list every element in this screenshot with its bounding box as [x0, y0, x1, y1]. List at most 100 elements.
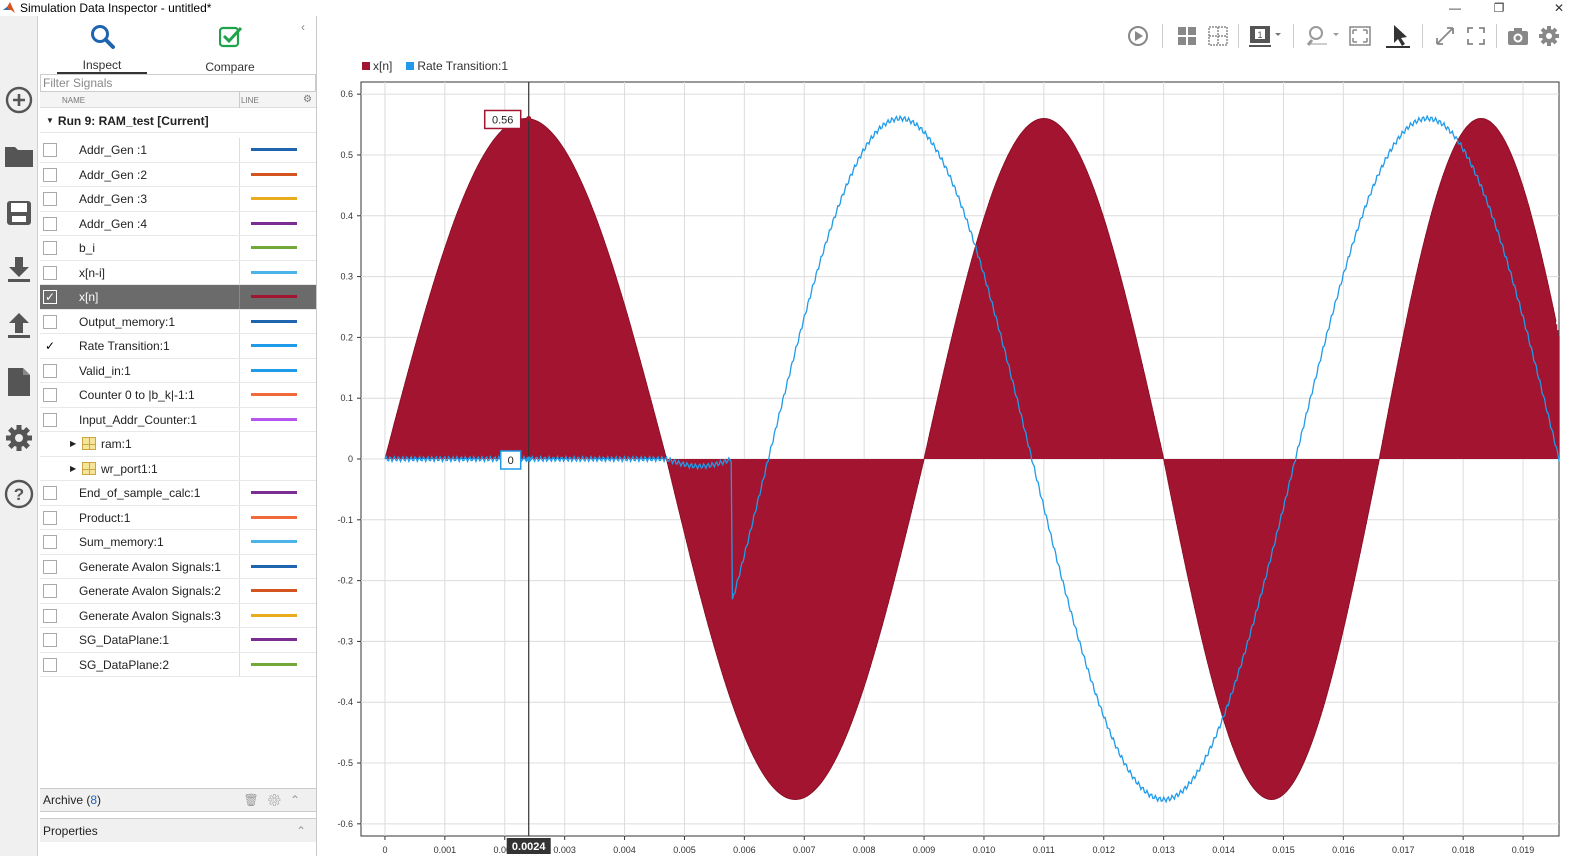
line-style-swatch[interactable]: [251, 172, 297, 176]
signal-row[interactable]: Valid_in:1: [40, 358, 316, 383]
collapse-sidebar-icon[interactable]: ‹: [301, 20, 305, 34]
signal-row[interactable]: Generate Avalon Signals:1: [40, 554, 316, 579]
archive-panel-header[interactable]: Archive (8) 🗑⚙⌃: [40, 788, 316, 812]
minimize-button[interactable]: —: [1432, 0, 1478, 16]
add-icon[interactable]: [3, 84, 35, 116]
subplot-icon[interactable]: [1206, 24, 1230, 48]
signal-checkbox[interactable]: ✓: [43, 339, 57, 353]
snapshot-icon[interactable]: [1506, 24, 1530, 48]
line-style-swatch[interactable]: [251, 319, 297, 323]
line-style-swatch[interactable]: [251, 417, 297, 421]
signal-checkbox[interactable]: [43, 192, 57, 206]
signal-row[interactable]: x[n-i]: [40, 260, 316, 285]
archive-settings-icon[interactable]: ⚙: [267, 793, 290, 807]
signal-group-row[interactable]: ▶ wr_port1:1: [40, 456, 316, 481]
signal-row[interactable]: Addr_Gen :4: [40, 211, 316, 236]
signal-row[interactable]: Input_Addr_Counter:1: [40, 407, 316, 432]
run-node[interactable]: ▼ Run 9: RAM_test [Current]: [40, 109, 316, 133]
line-style-swatch[interactable]: [251, 221, 297, 225]
signal-row[interactable]: Addr_Gen :1: [40, 138, 316, 163]
time-plot[interactable]: 0 0.001 0.002 0.003 0.004 0.005 0.006 0.007 0.00…: [318, 76, 1594, 856]
restore-button[interactable]: ❐: [1476, 0, 1522, 16]
line-style-swatch[interactable]: [251, 270, 297, 274]
fullscreen-icon[interactable]: [1464, 24, 1488, 48]
expand-icon[interactable]: [1433, 24, 1457, 48]
column-settings-icon[interactable]: ⚙: [303, 94, 312, 105]
signal-checkbox[interactable]: [43, 143, 57, 157]
signal-checkbox[interactable]: [43, 657, 57, 672]
signal-checkbox[interactable]: [43, 314, 57, 329]
line-style-swatch[interactable]: [251, 344, 297, 347]
play-icon[interactable]: [1126, 24, 1150, 48]
line-style-swatch[interactable]: [251, 368, 297, 372]
signal-row[interactable]: ✓ Rate Transition:1: [40, 334, 316, 359]
signal-checkbox[interactable]: [43, 388, 57, 402]
signal-checkbox[interactable]: [43, 167, 57, 182]
signal-checkbox[interactable]: [43, 535, 57, 549]
signal-checkbox[interactable]: [43, 486, 57, 500]
line-style-swatch[interactable]: [251, 638, 297, 641]
layout-grid-icon[interactable]: [1175, 24, 1199, 48]
signal-checkbox[interactable]: [43, 363, 57, 378]
tab-compare[interactable]: Compare: [185, 22, 275, 74]
properties-panel-header[interactable]: Properties ⌃: [40, 818, 316, 842]
signal-row[interactable]: Addr_Gen :2: [40, 162, 316, 187]
signal-row[interactable]: Output_memory:1: [40, 309, 316, 334]
zoom-icon[interactable]: [1306, 24, 1342, 48]
filter-signals-input[interactable]: Filter Signals: [40, 74, 316, 92]
folder-open-icon[interactable]: [3, 140, 35, 172]
signal-checkbox[interactable]: ✓: [43, 290, 57, 304]
signal-row[interactable]: Counter 0 to |b_k|-1:1: [40, 383, 316, 408]
visualization-icon[interactable]: 1: [1248, 24, 1284, 48]
signal-checkbox[interactable]: [43, 241, 57, 255]
line-style-swatch[interactable]: [251, 148, 297, 151]
signal-row[interactable]: Generate Avalon Signals:2: [40, 579, 316, 604]
cursor-icon[interactable]: [1384, 24, 1412, 48]
line-style-swatch[interactable]: [251, 564, 297, 568]
signal-checkbox[interactable]: [43, 510, 57, 525]
signal-checkbox[interactable]: [43, 608, 57, 623]
line-style-swatch[interactable]: [251, 515, 297, 519]
signal-row[interactable]: b_i: [40, 236, 316, 261]
signal-checkbox[interactable]: [43, 216, 57, 231]
download-icon[interactable]: [3, 253, 35, 285]
expand-caret-icon[interactable]: ▶: [70, 464, 76, 473]
signal-row[interactable]: End_of_sample_calc:1: [40, 481, 316, 506]
line-style-swatch[interactable]: [251, 491, 297, 494]
signal-row[interactable]: SG_DataPlane:2: [40, 652, 316, 677]
column-line-header[interactable]: LINE: [241, 96, 259, 105]
line-style-swatch[interactable]: [251, 662, 297, 666]
signal-checkbox[interactable]: [43, 633, 57, 647]
delete-icon[interactable]: 🗑: [243, 793, 266, 807]
save-icon[interactable]: [3, 197, 35, 229]
signal-checkbox[interactable]: [43, 584, 57, 598]
line-style-swatch[interactable]: [251, 393, 297, 396]
column-name-header[interactable]: NAME: [62, 96, 85, 105]
line-style-swatch[interactable]: [251, 540, 297, 543]
close-button[interactable]: ✕: [1536, 0, 1582, 16]
chevron-up-icon[interactable]: ⌃: [290, 793, 308, 807]
expand-caret-icon[interactable]: ▼: [46, 116, 54, 125]
line-style-swatch[interactable]: [251, 613, 297, 617]
settings-icon[interactable]: [3, 422, 35, 454]
signal-row[interactable]: Generate Avalon Signals:3: [40, 603, 316, 628]
chevron-up-icon[interactable]: ⌃: [296, 824, 306, 838]
signal-row[interactable]: Product:1: [40, 505, 316, 530]
signal-row[interactable]: SG_DataPlane:1: [40, 628, 316, 653]
legend-item-x-n[interactable]: x[n]: [362, 59, 392, 73]
line-style-swatch[interactable]: [251, 246, 297, 249]
line-style-swatch[interactable]: [251, 197, 297, 200]
signal-checkbox[interactable]: [43, 559, 57, 574]
signal-row[interactable]: Sum_memory:1: [40, 530, 316, 555]
upload-icon[interactable]: [3, 309, 35, 341]
help-icon[interactable]: ?: [3, 478, 35, 510]
signal-row[interactable]: ✓ x[n]: [40, 285, 316, 310]
fit-to-view-icon[interactable]: [1348, 24, 1372, 48]
signal-group-row[interactable]: ▶ ram:1: [40, 432, 316, 457]
line-style-swatch[interactable]: [251, 295, 297, 298]
report-icon[interactable]: [3, 366, 35, 398]
legend-item-rate-transition[interactable]: Rate Transition:1: [406, 59, 508, 73]
line-style-swatch[interactable]: [251, 589, 297, 592]
signal-row[interactable]: Addr_Gen :3: [40, 187, 316, 212]
tab-inspect[interactable]: Inspect: [57, 22, 147, 74]
